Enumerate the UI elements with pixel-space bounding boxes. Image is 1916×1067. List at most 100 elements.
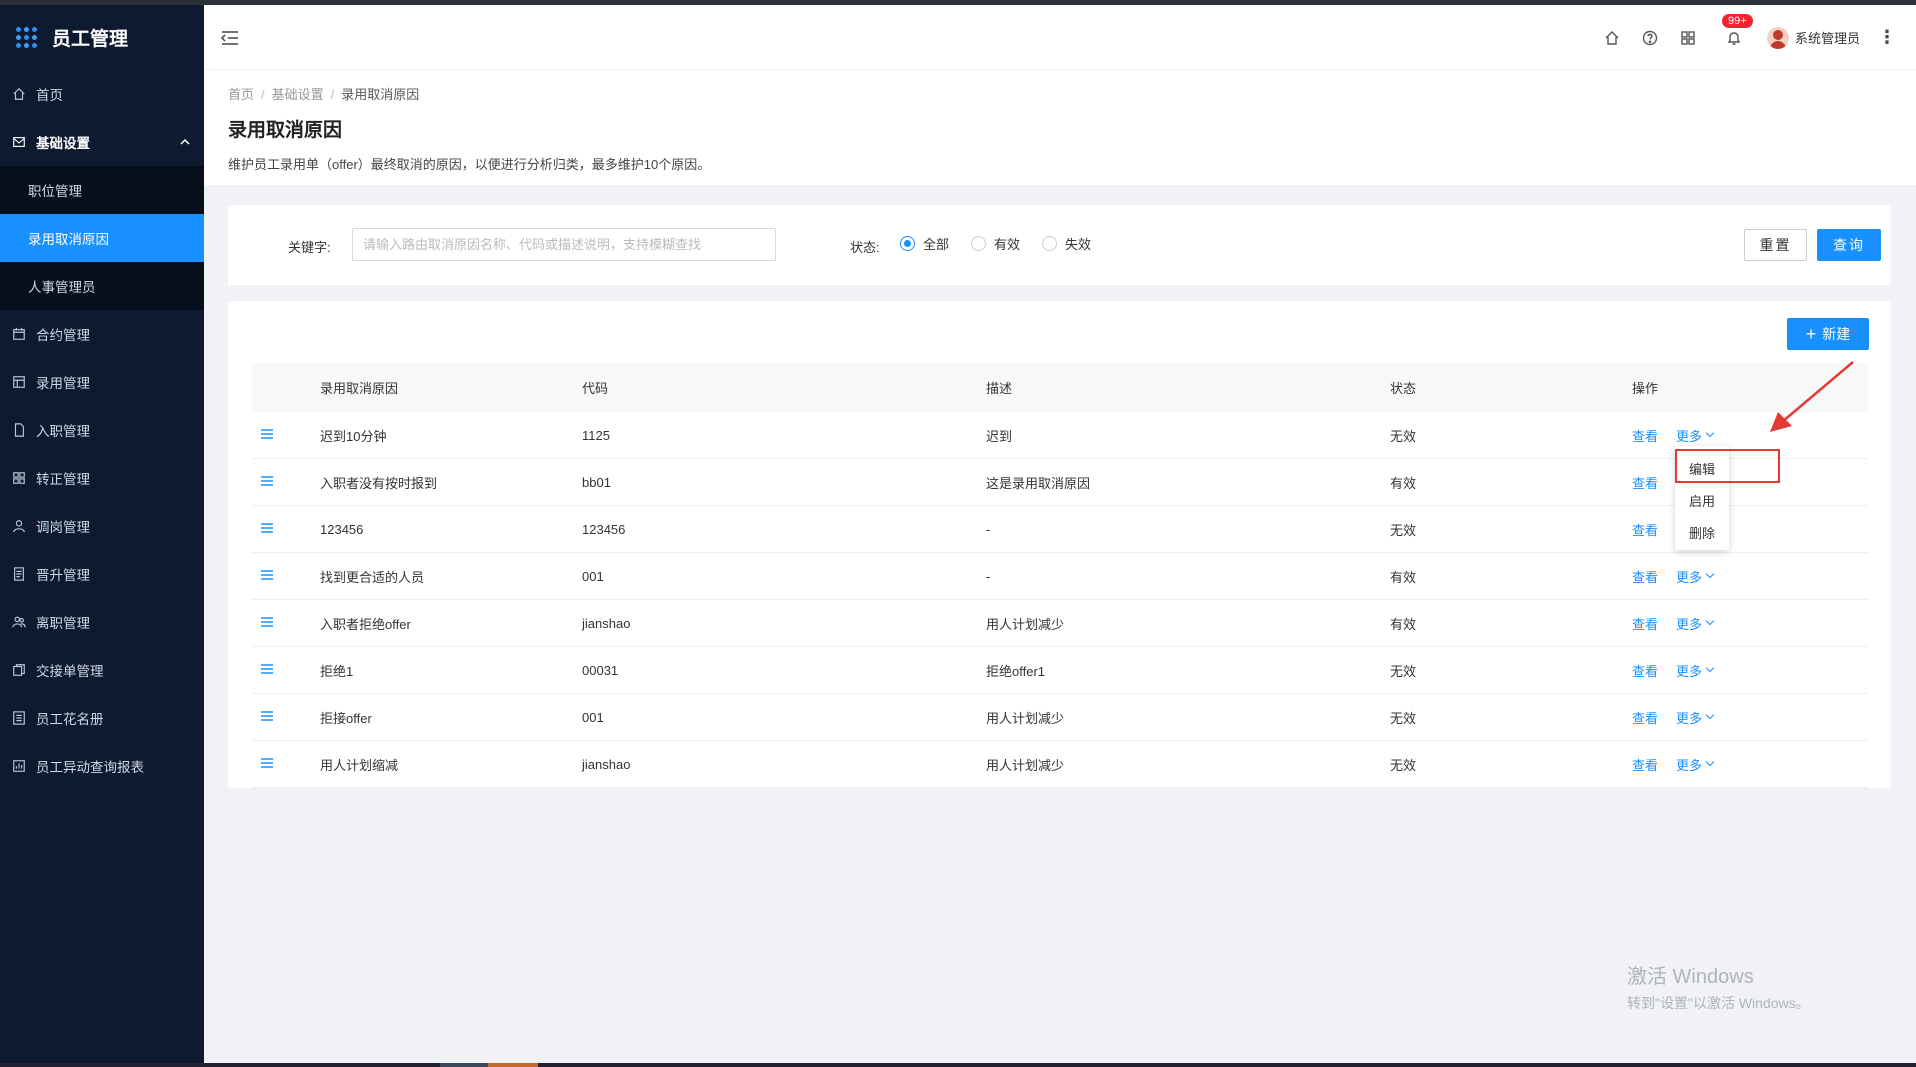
sidebar-item-onboarding[interactable]: 入职管理: [0, 406, 204, 454]
more-button[interactable]: 更多: [1676, 426, 1715, 445]
sidebar-item-handover[interactable]: 交接单管理: [0, 646, 204, 694]
app-title: 员工管理: [52, 29, 129, 50]
bell-icon[interactable]: 99+: [1720, 12, 1754, 47]
more-vertical-icon[interactable]: ⋮: [1878, 27, 1896, 48]
status-radio-invalid[interactable]: 失效: [1042, 234, 1091, 253]
breadcrumb-basic-settings[interactable]: 基础设置: [272, 87, 324, 102]
sidebar-item-cancel-reason[interactable]: 录用取消原因: [0, 214, 204, 262]
reasons-table: 录用取消原因 代码 描述 状态 操作 迟到10分钟 1125 迟到 无效 查看更…: [252, 363, 1868, 788]
layout-icon: [12, 375, 26, 389]
view-link[interactable]: 查看: [1632, 426, 1658, 445]
keyword-input[interactable]: [352, 228, 776, 261]
cell-actions: 查看 更多: [1632, 708, 1868, 727]
more-button[interactable]: 更多: [1676, 567, 1715, 586]
view-link[interactable]: 查看: [1632, 473, 1658, 492]
dropdown-item-enable[interactable]: 启用: [1675, 484, 1729, 516]
user-menu[interactable]: 系统管理员: [1766, 26, 1860, 49]
sidebar-item-position[interactable]: 职位管理: [0, 166, 204, 214]
cell-reason: 找到更合适的人员: [320, 569, 425, 585]
sidebar-item-transfer[interactable]: 调岗管理: [0, 502, 204, 550]
menu-fold-icon[interactable]: [220, 29, 240, 47]
table-row: 123456 123456 - 无效 查看: [252, 506, 1868, 553]
cell-actions: 查看 更多: [1632, 567, 1868, 586]
table-row: 入职者没有按时报到 bb01 这是录用取消原因 有效 查看: [252, 459, 1868, 506]
cell-code: 001: [582, 709, 604, 725]
more-button[interactable]: 更多: [1676, 708, 1715, 727]
cell-description: 用人计划减少: [986, 757, 1065, 773]
cell-description: -: [986, 521, 991, 537]
query-button[interactable]: 查询: [1817, 229, 1881, 261]
table-row: 拒接offer 001 用人计划减少 无效 查看 更多: [252, 694, 1868, 741]
reset-button[interactable]: 重置: [1744, 229, 1807, 261]
dropdown-item-delete[interactable]: 删除: [1675, 516, 1729, 548]
drag-handle-icon[interactable]: [260, 475, 274, 487]
view-link[interactable]: 查看: [1632, 567, 1658, 586]
cell-actions: 查看: [1632, 520, 1868, 539]
cell-reason: 入职者没有按时报到: [320, 475, 438, 491]
sidebar-item-promotion[interactable]: 晋升管理: [0, 550, 204, 598]
more-button[interactable]: 更多: [1676, 755, 1715, 774]
sidebar-item-hiring[interactable]: 录用管理: [0, 358, 204, 406]
view-link[interactable]: 查看: [1632, 520, 1658, 539]
sidebar-item-hr-admin[interactable]: 人事管理员: [0, 262, 204, 310]
status-label: 状态:: [850, 240, 880, 255]
view-link[interactable]: 查看: [1632, 661, 1658, 680]
sidebar-item-roster[interactable]: 员工花名册: [0, 694, 204, 742]
top-header: 99+ 系统管理员 ⋮: [204, 5, 1916, 70]
file-icon: [12, 423, 26, 437]
windows-activation-watermark: 激活 Windows 转到"设置"以激活 Windows。: [1627, 966, 1810, 1011]
drag-handle-icon[interactable]: [260, 428, 274, 440]
view-link[interactable]: 查看: [1632, 708, 1658, 727]
home-icon[interactable]: [1603, 29, 1621, 47]
cell-status: 有效: [1390, 475, 1417, 491]
drag-handle-icon[interactable]: [260, 616, 274, 628]
status-radio-valid[interactable]: 有效: [971, 234, 1020, 253]
more-button[interactable]: 更多: [1676, 614, 1715, 633]
grid-icon: [12, 471, 26, 485]
breadcrumb-home[interactable]: 首页: [228, 87, 254, 102]
document-icon: [12, 567, 26, 581]
drag-handle-icon[interactable]: [260, 757, 274, 769]
cell-reason: 用人计划缩减: [320, 757, 399, 773]
sidebar-item-contract[interactable]: 合约管理: [0, 310, 204, 358]
drag-handle-icon[interactable]: [260, 522, 274, 534]
filter-panel: 关键字: 状态: 全部 有效 失效 重置 查询: [228, 205, 1891, 285]
table-row: 用人计划缩减 jianshao 用人计划减少 无效 查看 更多: [252, 741, 1868, 788]
drag-handle-icon[interactable]: [260, 663, 274, 675]
chevron-down-icon: [1705, 569, 1715, 579]
page-description: 维护员工录用单（offer）最终取消的原因，以便进行分析归类，最多维护10个原因…: [228, 157, 711, 172]
cell-code: bb01: [582, 474, 611, 490]
cell-description: 用人计划减少: [986, 616, 1065, 632]
sidebar-item-basic-settings[interactable]: 基础设置: [0, 118, 204, 166]
sidebar-item-label: 调岗管理: [36, 520, 90, 535]
drag-handle-icon[interactable]: [260, 569, 274, 581]
new-button[interactable]: + 新建: [1787, 318, 1869, 350]
table-body: 迟到10分钟 1125 迟到 无效 查看 更多 入职者没有按时报到 bb01 这是…: [252, 412, 1868, 788]
chevron-down-icon: [1705, 616, 1715, 626]
copy-icon: [12, 663, 26, 677]
cell-status: 无效: [1390, 757, 1417, 773]
sidebar-item-label: 交接单管理: [36, 664, 104, 679]
cell-description: -: [986, 568, 991, 584]
sidebar-item-label: 录用管理: [36, 376, 90, 391]
user-name: 系统管理员: [1794, 31, 1860, 46]
app-logo[interactable]: 员工管理: [0, 5, 204, 70]
sidebar-item-home[interactable]: 首页: [0, 70, 204, 118]
sidebar-item-regularization[interactable]: 转正管理: [0, 454, 204, 502]
cell-status: 有效: [1390, 569, 1417, 585]
apps-icon[interactable]: [1679, 29, 1697, 47]
sidebar-item-change-report[interactable]: 员工异动查询报表: [0, 742, 204, 790]
help-icon[interactable]: [1641, 29, 1659, 47]
cell-code: 123456: [582, 521, 626, 537]
view-link[interactable]: 查看: [1632, 614, 1658, 633]
sidebar-item-resignation[interactable]: 离职管理: [0, 598, 204, 646]
report-icon: [12, 759, 26, 773]
view-link[interactable]: 查看: [1632, 755, 1658, 774]
more-button[interactable]: 更多: [1676, 661, 1715, 680]
cell-code: 001: [582, 568, 604, 584]
drag-handle-icon[interactable]: [260, 710, 274, 722]
status-radio-all[interactable]: 全部: [900, 234, 949, 253]
page-title: 录用取消原因: [228, 120, 343, 141]
notification-badge: 99+: [1720, 12, 1754, 29]
cell-description: 迟到: [986, 428, 1013, 444]
